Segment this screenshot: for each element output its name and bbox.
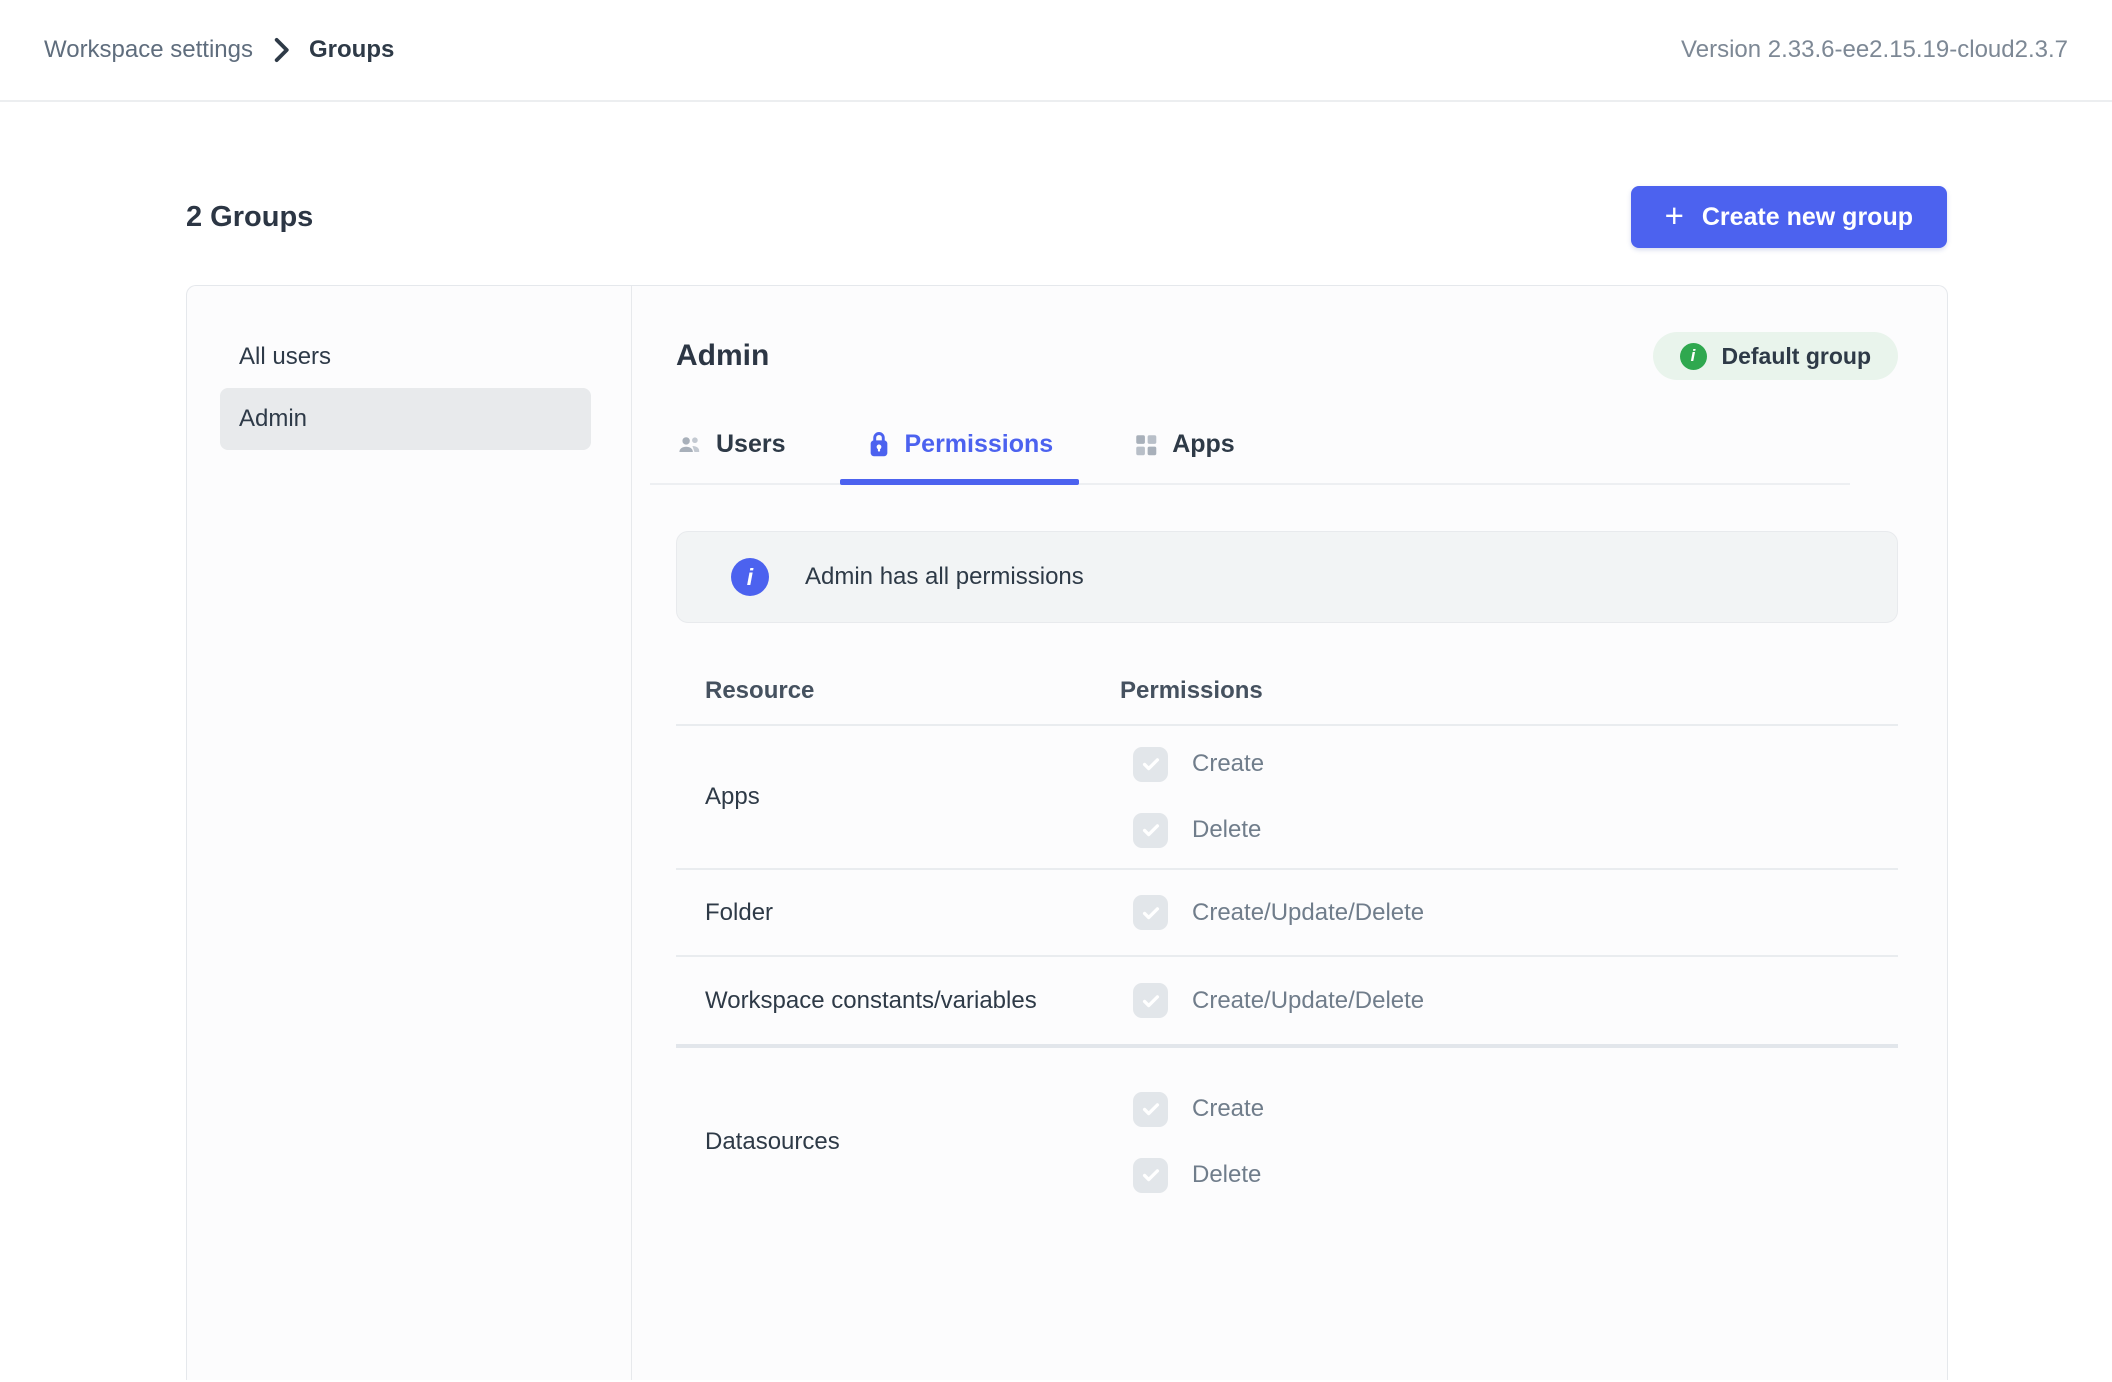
checkbox-checked[interactable] — [1133, 813, 1168, 848]
default-group-badge-label: Default group — [1722, 343, 1872, 370]
checkbox-label: Delete — [1192, 816, 1261, 844]
sidebar-item-all-users[interactable]: All users — [220, 326, 591, 388]
breadcrumb: Workspace settings Groups — [44, 36, 394, 64]
checkbox-checked[interactable] — [1133, 747, 1168, 782]
checkbox-checked[interactable] — [1133, 1158, 1168, 1193]
table-row-workspace-constants: Workspace constants/variables Create/Upd… — [676, 955, 1898, 1044]
create-new-group-button[interactable]: + Create new group — [1631, 186, 1947, 248]
checkbox-label: Create — [1192, 1095, 1264, 1123]
create-new-group-label: Create new group — [1702, 203, 1913, 232]
permission-option: Create — [1133, 1092, 1898, 1127]
groups-panel: All users Admin Admin i Default group — [186, 285, 1948, 1380]
group-detail-pane: Admin i Default group Users — [632, 286, 1947, 1380]
permission-option: Create — [1133, 747, 1898, 782]
info-banner-text: Admin has all permissions — [805, 563, 1084, 591]
plus-icon: + — [1665, 199, 1684, 232]
checkbox-label: Create/Update/Delete — [1192, 987, 1424, 1015]
column-header-permissions: Permissions — [1120, 677, 1898, 705]
checkbox-label: Create/Update/Delete — [1192, 899, 1424, 927]
breadcrumb-groups: Groups — [309, 36, 394, 64]
resource-label: Workspace constants/variables — [676, 987, 1120, 1015]
sidebar-item-admin[interactable]: Admin — [220, 388, 591, 450]
checkbox-checked[interactable] — [1133, 983, 1168, 1018]
checkbox-checked[interactable] — [1133, 895, 1168, 930]
users-icon — [676, 431, 703, 458]
permissions-table: Resource Permissions Apps Create — [676, 677, 1898, 1236]
group-detail-header: Admin i Default group — [676, 332, 1898, 380]
table-row-datasources: Datasources Create Delete — [676, 1044, 1898, 1236]
group-tabs: Users Permissions — [650, 418, 1850, 485]
permission-option: Delete — [1133, 813, 1898, 848]
resource-label: Apps — [676, 783, 1120, 811]
chevron-right-icon — [271, 37, 291, 63]
breadcrumb-workspace-settings[interactable]: Workspace settings — [44, 36, 253, 64]
version-label: Version 2.33.6-ee2.15.19-cloud2.3.7 — [1681, 36, 2068, 64]
lock-icon — [866, 430, 892, 459]
checkbox-label: Delete — [1192, 1161, 1261, 1189]
checkbox-checked[interactable] — [1133, 1092, 1168, 1127]
info-banner: i Admin has all permissions — [676, 531, 1898, 623]
tab-apps[interactable]: Apps — [1107, 418, 1261, 483]
checkbox-label: Create — [1192, 750, 1264, 778]
info-icon: i — [731, 558, 769, 596]
groups-count-heading: 2 Groups — [186, 201, 313, 234]
apps-grid-icon — [1133, 432, 1159, 458]
table-row-apps: Apps Create Delete — [676, 724, 1898, 868]
permission-option: Delete — [1133, 1158, 1898, 1193]
tab-permissions-label: Permissions — [905, 430, 1054, 459]
tab-users-label: Users — [716, 430, 786, 459]
column-header-resource: Resource — [676, 677, 1120, 705]
tab-users[interactable]: Users — [650, 418, 812, 483]
permission-option: Create/Update/Delete — [1133, 983, 1898, 1018]
group-title: Admin — [676, 339, 769, 373]
permissions-table-header: Resource Permissions — [676, 677, 1898, 724]
resource-label: Datasources — [676, 1128, 1120, 1156]
tab-permissions[interactable]: Permissions — [840, 418, 1080, 483]
info-icon: i — [1680, 343, 1707, 370]
default-group-badge: i Default group — [1653, 332, 1899, 380]
tab-apps-label: Apps — [1172, 430, 1235, 459]
permission-option: Create/Update/Delete — [1133, 895, 1898, 930]
resource-label: Folder — [676, 899, 1120, 927]
groups-toolbar: 2 Groups + Create new group — [186, 186, 1947, 248]
top-header: Workspace settings Groups Version 2.33.6… — [0, 0, 2112, 102]
groups-sidebar: All users Admin — [187, 286, 632, 1380]
table-row-folder: Folder Create/Update/Delete — [676, 868, 1898, 955]
